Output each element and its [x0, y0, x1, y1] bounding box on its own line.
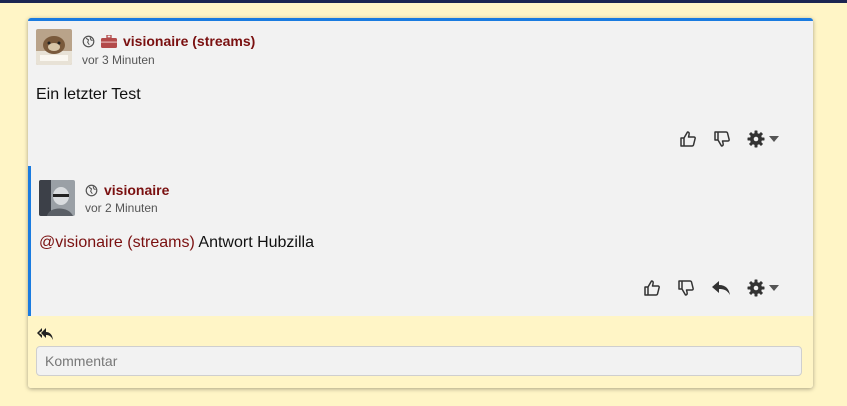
thumbs-up-icon[interactable]: [643, 279, 661, 297]
gear-icon: [747, 130, 765, 148]
thumbs-down-icon[interactable]: [713, 130, 731, 148]
globe-icon: [85, 184, 98, 196]
post-settings-menu[interactable]: [747, 130, 779, 148]
avatar[interactable]: [39, 180, 75, 216]
reply-all-icon[interactable]: [37, 327, 53, 341]
reply-timestamp: vor 2 Minuten: [85, 201, 158, 215]
reply-author[interactable]: visionaire: [104, 182, 169, 198]
reply-settings-menu[interactable]: [747, 279, 779, 297]
post-body: Ein letzter Test: [36, 86, 141, 103]
post: visionaire (streams) vor 3 Minuten Ein l…: [28, 21, 813, 166]
globe-icon: [82, 35, 95, 47]
avatar[interactable]: [36, 29, 72, 65]
post-timestamp: vor 3 Minuten: [82, 53, 155, 67]
gear-icon: [747, 279, 765, 297]
thumbs-up-icon[interactable]: [679, 130, 697, 148]
conversation-card: visionaire (streams) vor 3 Minuten Ein l…: [28, 18, 813, 388]
thumbs-down-icon[interactable]: [677, 279, 695, 297]
reply-icon[interactable]: [711, 279, 731, 297]
reply-actions: [643, 279, 779, 297]
comment-input[interactable]: [36, 346, 802, 376]
top-bar: [0, 0, 847, 3]
reply-comment: visionaire vor 2 Minuten @visionaire (st…: [28, 166, 813, 316]
mention-link[interactable]: @visionaire (streams): [39, 234, 195, 251]
caret-down-icon: [769, 136, 779, 142]
comment-area: [28, 316, 813, 388]
post-actions: [679, 130, 779, 148]
reply-body: @visionaire (streams) Antwort Hubzilla: [39, 234, 314, 252]
caret-down-icon: [769, 285, 779, 291]
briefcase-icon: [101, 34, 117, 48]
reply-text: Antwort Hubzilla: [194, 234, 314, 251]
post-author[interactable]: visionaire (streams): [123, 33, 255, 49]
